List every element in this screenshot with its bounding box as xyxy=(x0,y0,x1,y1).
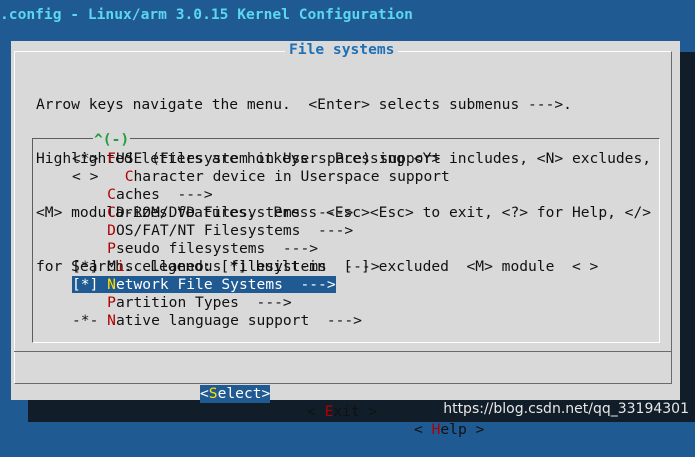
dialog-shadow-right xyxy=(680,52,695,406)
scroll-up-indicator[interactable]: ^(-) xyxy=(93,132,131,147)
menu-item-partition[interactable]: Partition Types ---> xyxy=(72,294,450,312)
menu-list: <*> FUSE (Filesystem in Userspace) suppo… xyxy=(72,150,450,330)
menu-item-dos-fat[interactable]: DOS/FAT/NT Filesystems ---> xyxy=(72,222,450,240)
watermark-text: https://blog.csdn.net/qq_33194301 xyxy=(443,401,689,417)
menu-item-nls[interactable]: -*- Native language support ---> xyxy=(72,312,450,330)
window-title: .config - Linux/arm 3.0.15 Kernel Config… xyxy=(0,6,413,23)
file-systems-dialog: File systems Arrow keys navigate the men… xyxy=(11,41,680,438)
menu-item-caches[interactable]: Caches ---> xyxy=(72,186,450,204)
select-button[interactable]: <Select> xyxy=(200,385,271,403)
menu-item-network[interactable]: [*] Network File Systems ---> xyxy=(72,276,450,294)
menu-item-pseudo[interactable]: Pseudo filesystems ---> xyxy=(72,240,450,258)
dialog-title: File systems xyxy=(285,41,399,59)
menu-item-misc[interactable]: [*] Miscellaneous filesystems ---> xyxy=(72,258,450,276)
menu-item-cuse[interactable]: < > Character device in Userspace suppor… xyxy=(72,168,450,186)
help-line: Arrow keys navigate the menu. <Enter> se… xyxy=(36,96,572,113)
menu-item-fuse[interactable]: <*> FUSE (Filesystem in Userspace) suppo… xyxy=(72,150,450,168)
help-button[interactable]: < Help > xyxy=(414,421,484,439)
menu-item-cdrom[interactable]: CD-ROM/DVD Filesystems ---> xyxy=(72,204,450,222)
exit-button[interactable]: < Exit > xyxy=(307,403,377,421)
button-separator xyxy=(14,351,672,352)
